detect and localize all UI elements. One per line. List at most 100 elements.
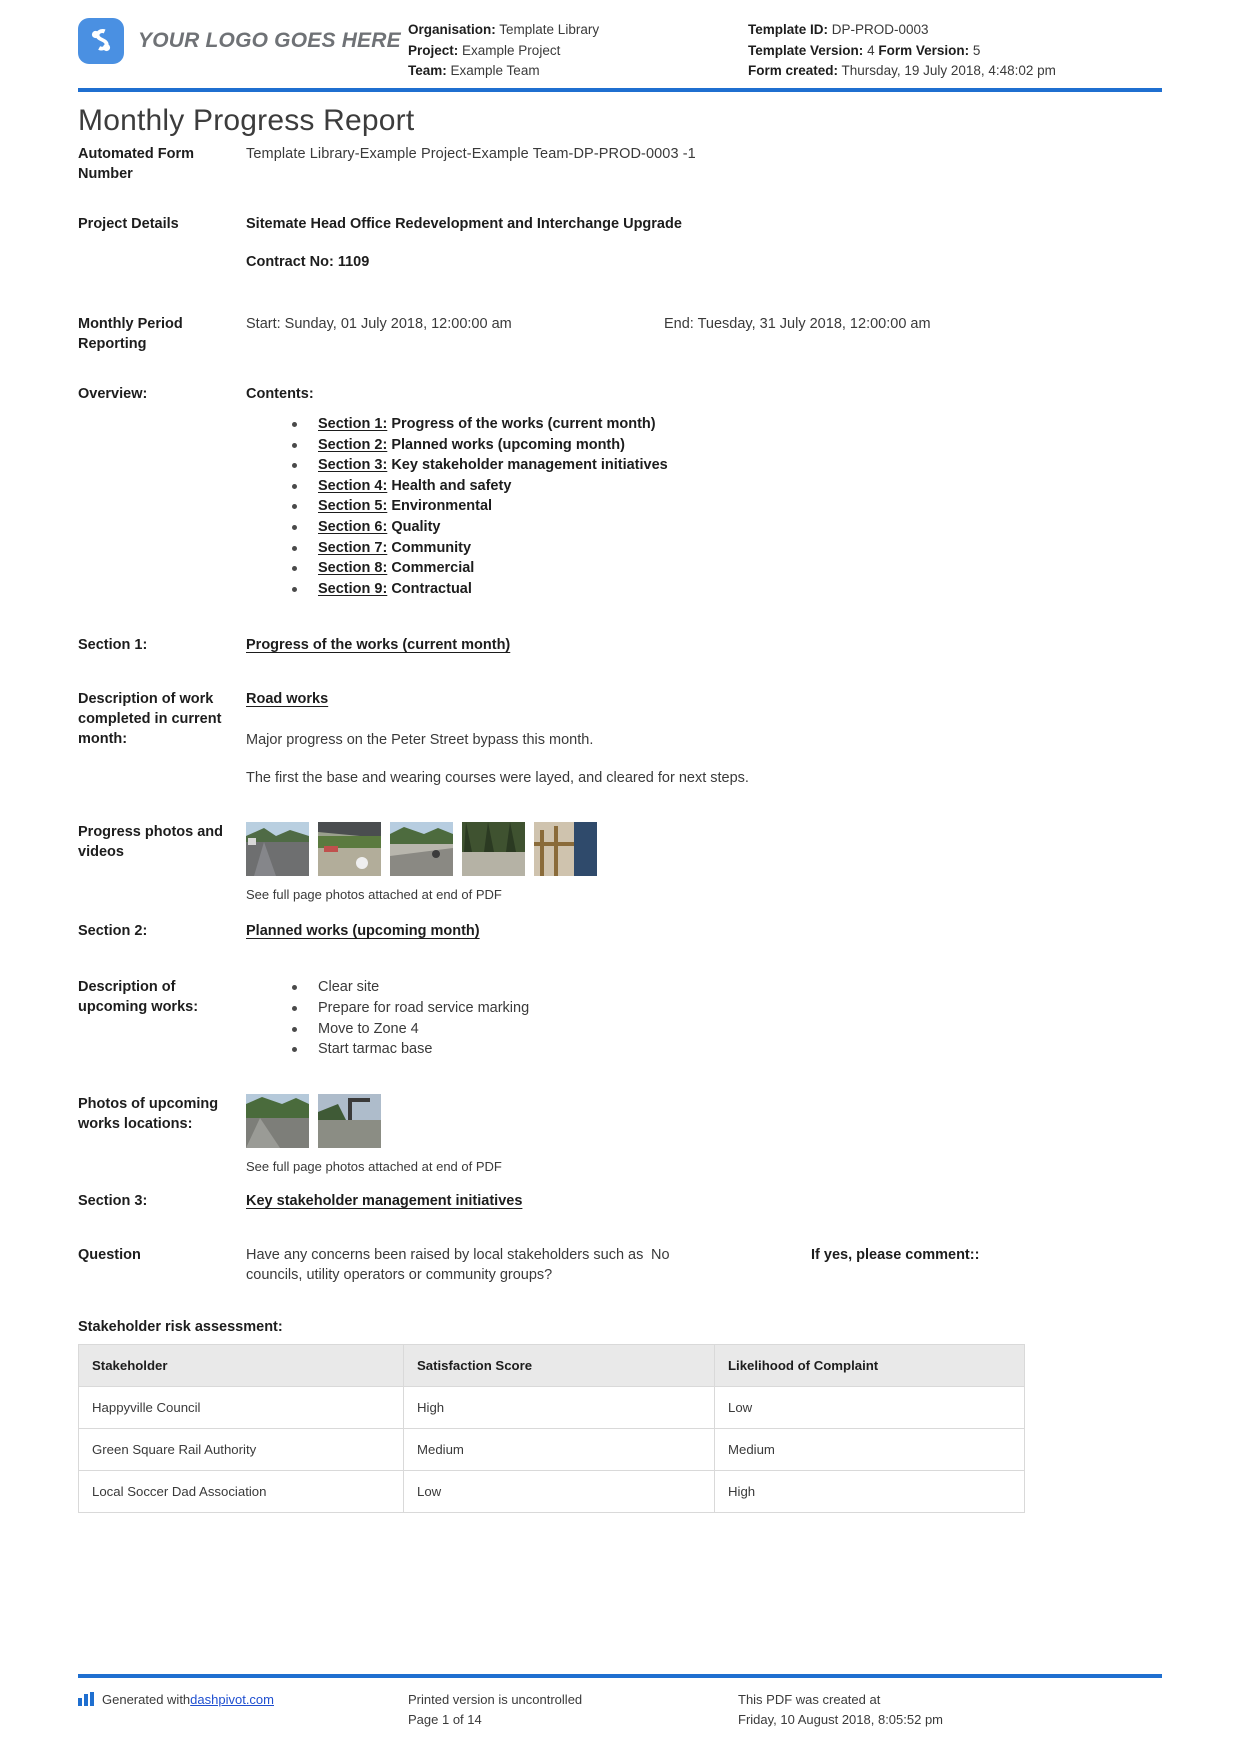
stakeholder-risk-title: Stakeholder risk assessment: — [78, 1318, 283, 1335]
section1-description-content: Road works Major progress on the Peter S… — [246, 689, 1162, 788]
progress-photos-caption: See full page photos attached at end of … — [246, 887, 502, 903]
contents-item-1-title: Progress of the works (current month) — [391, 416, 656, 432]
document-page: YOUR LOGO GOES HERE Organisation: Templa… — [0, 0, 1240, 1754]
cell-satisfaction: Medium — [403, 1427, 715, 1471]
list-item: Move to Zone 4 — [292, 1019, 1162, 1040]
cell-likelihood: Medium — [714, 1427, 1025, 1471]
section1-photos-row: Progress photos and videos See full page… — [78, 822, 1162, 905]
section1-para-1: Major progress on the Peter Street bypas… — [246, 732, 594, 749]
template-version-line: Template Version: 4 Form Version: 5 — [748, 41, 1150, 62]
contents-item-7-title: Community — [391, 539, 472, 556]
team-label: Team: — [408, 63, 447, 78]
upcoming-photos-content: See full page photos attached at end of … — [246, 1093, 1162, 1177]
contents-item-4-section: Section 4: — [318, 477, 388, 494]
contents-item-5[interactable]: Section 5: Environmental — [292, 496, 1162, 517]
page-footer: Generated with dashpivot.com Printed ver… — [78, 1690, 1162, 1730]
section3-heading: Key stakeholder management initiatives — [246, 1192, 523, 1209]
photo-thumbnail[interactable] — [246, 1093, 309, 1148]
upcoming-photos-label: Photos of upcoming works locations: — [78, 1095, 219, 1132]
contents-item-2[interactable]: Section 2: Planned works (upcoming month… — [292, 435, 1162, 456]
header-divider — [78, 88, 1162, 92]
page-header: YOUR LOGO GOES HERE Organisation: Templa… — [0, 0, 1240, 86]
organisation-value: Template Library — [499, 22, 600, 37]
project-details-label: Project Details — [78, 216, 179, 232]
contents-item-3-section: Section 3: — [318, 457, 388, 474]
column-header-likelihood-of-complaint: Likelihood of Complaint — [714, 1343, 1025, 1387]
footer-uncontrolled-text: Printed version is uncontrolled — [408, 1692, 583, 1707]
list-item: Clear site — [292, 977, 1162, 998]
photo-thumbnail[interactable] — [462, 822, 525, 877]
photo-thumbnail[interactable] — [318, 1093, 381, 1148]
section1-label: Section 1: — [78, 637, 148, 654]
organisation-line: Organisation: Template Library — [408, 20, 748, 41]
project-line: Project: Example Project — [408, 41, 748, 62]
chart-bars-icon — [78, 1692, 95, 1712]
contents-item-6-title: Quality — [391, 518, 441, 535]
period-end: End: Tuesday, 31 July 2018, 12:00:00 am — [664, 316, 931, 332]
photo-thumbnail[interactable] — [318, 822, 381, 877]
footer-created-block: This PDF was created at Friday, 10 Augus… — [738, 1690, 1162, 1730]
column-header-satisfaction-score: Satisfaction Score — [403, 1343, 715, 1387]
contents-item-8-title: Commercial — [391, 560, 475, 577]
header-meta-right: Template ID: DP-PROD-0003 Template Versi… — [748, 18, 1150, 82]
project-label: Project: — [408, 42, 459, 58]
footer-print-block: Printed version is uncontrolled Page 1 o… — [408, 1690, 738, 1730]
section2-description-label: Description of upcoming works: — [78, 979, 199, 1016]
upcoming-photos-caption: See full page photos attached at end of … — [246, 1158, 502, 1174]
table-row: Green Square Rail Authority Medium Mediu… — [78, 1427, 1025, 1471]
footer-divider — [78, 1674, 1162, 1678]
logo-block: YOUR LOGO GOES HERE — [78, 18, 408, 64]
section1-description-label: Description of work completed in current… — [78, 691, 222, 748]
footer-generated-text: Generated with — [102, 1692, 191, 1707]
document-body: Monthly Progress Report Automated Form N… — [0, 104, 1240, 1513]
form-created-value: Thursday, 19 July 2018, 4:48:02 pm — [841, 63, 1056, 78]
contents-item-1[interactable]: Section 1: Progress of the works (curren… — [292, 414, 1162, 435]
contents-list: Section 1: Progress of the works (curren… — [246, 414, 1162, 599]
question-label: Question — [78, 1246, 141, 1263]
section2-row: Section 2: Planned works (upcoming month… — [78, 921, 1162, 941]
contents-item-9-section: Section 9: — [318, 580, 388, 597]
cell-likelihood: High — [714, 1469, 1025, 1513]
contents-item-9-title: Contractual — [391, 580, 472, 597]
team-value: Example Team — [450, 63, 540, 78]
dashpivot-link[interactable]: dashpivot.com — [190, 1690, 274, 1710]
contents-item-8[interactable]: Section 8: Commercial — [292, 558, 1162, 579]
automated-form-number-row: Automated Form Number Template Library-E… — [78, 144, 1162, 184]
project-details-value: Sitemate Head Office Redevelopment and I… — [246, 216, 682, 232]
photo-thumbnail[interactable] — [534, 822, 597, 877]
section2-description-row: Description of upcoming works: Clear sit… — [78, 977, 1162, 1059]
page-title: Monthly Progress Report — [78, 104, 415, 137]
contents-item-2-section: Section 2: — [318, 436, 388, 453]
period-start: Start: Sunday, 01 July 2018, 12:00:00 am — [246, 316, 512, 332]
upcoming-photo-strip — [246, 1093, 1162, 1148]
contents-item-9[interactable]: Section 9: Contractual — [292, 579, 1162, 600]
question-row: Question Have any concerns been raised b… — [78, 1245, 1162, 1285]
contract-row: Contract No: 1109 — [78, 252, 1162, 272]
roadworks-subheading: Road works — [246, 691, 329, 708]
contents-item-4[interactable]: Section 4: Health and safety — [292, 476, 1162, 497]
overview-content: Contents: Section 1: Progress of the wor… — [246, 384, 1162, 599]
cell-likelihood: Low — [714, 1385, 1025, 1429]
photo-thumbnail[interactable] — [390, 822, 453, 877]
contents-item-6[interactable]: Section 6: Quality — [292, 517, 1162, 538]
cell-satisfaction: Low — [403, 1469, 715, 1513]
contents-item-6-section: Section 6: — [318, 518, 388, 535]
upcoming-works-list: Clear site Prepare for road service mark… — [246, 977, 1162, 1059]
stakeholder-risk-table: Stakeholder Satisfaction Score Likelihoo… — [78, 1343, 1025, 1513]
photo-thumbnail[interactable] — [246, 822, 309, 877]
template-version-label: Template Version: — [748, 42, 864, 58]
list-item: Prepare for road service marking — [292, 998, 1162, 1019]
contents-item-4-title: Health and safety — [391, 477, 512, 494]
section2-label: Section 2: — [78, 923, 148, 940]
column-header-stakeholder: Stakeholder — [78, 1343, 404, 1387]
logo-text: YOUR LOGO GOES HERE — [138, 29, 401, 52]
contract-number: Contract No: 1109 — [246, 254, 370, 270]
contents-item-7[interactable]: Section 7: Community — [292, 538, 1162, 559]
project-details-row: Project Details Sitemate Head Office Red… — [78, 214, 1162, 234]
form-version-value: 5 — [972, 42, 981, 58]
header-meta-left: Organisation: Template Library Project: … — [408, 18, 748, 82]
monthly-period-label: Monthly Period Reporting — [78, 316, 183, 352]
contents-item-3[interactable]: Section 3: Key stakeholder management in… — [292, 455, 1162, 476]
table-row: Local Soccer Dad Association Low High — [78, 1469, 1025, 1513]
automated-form-number-label: Automated Form Number — [78, 146, 194, 182]
